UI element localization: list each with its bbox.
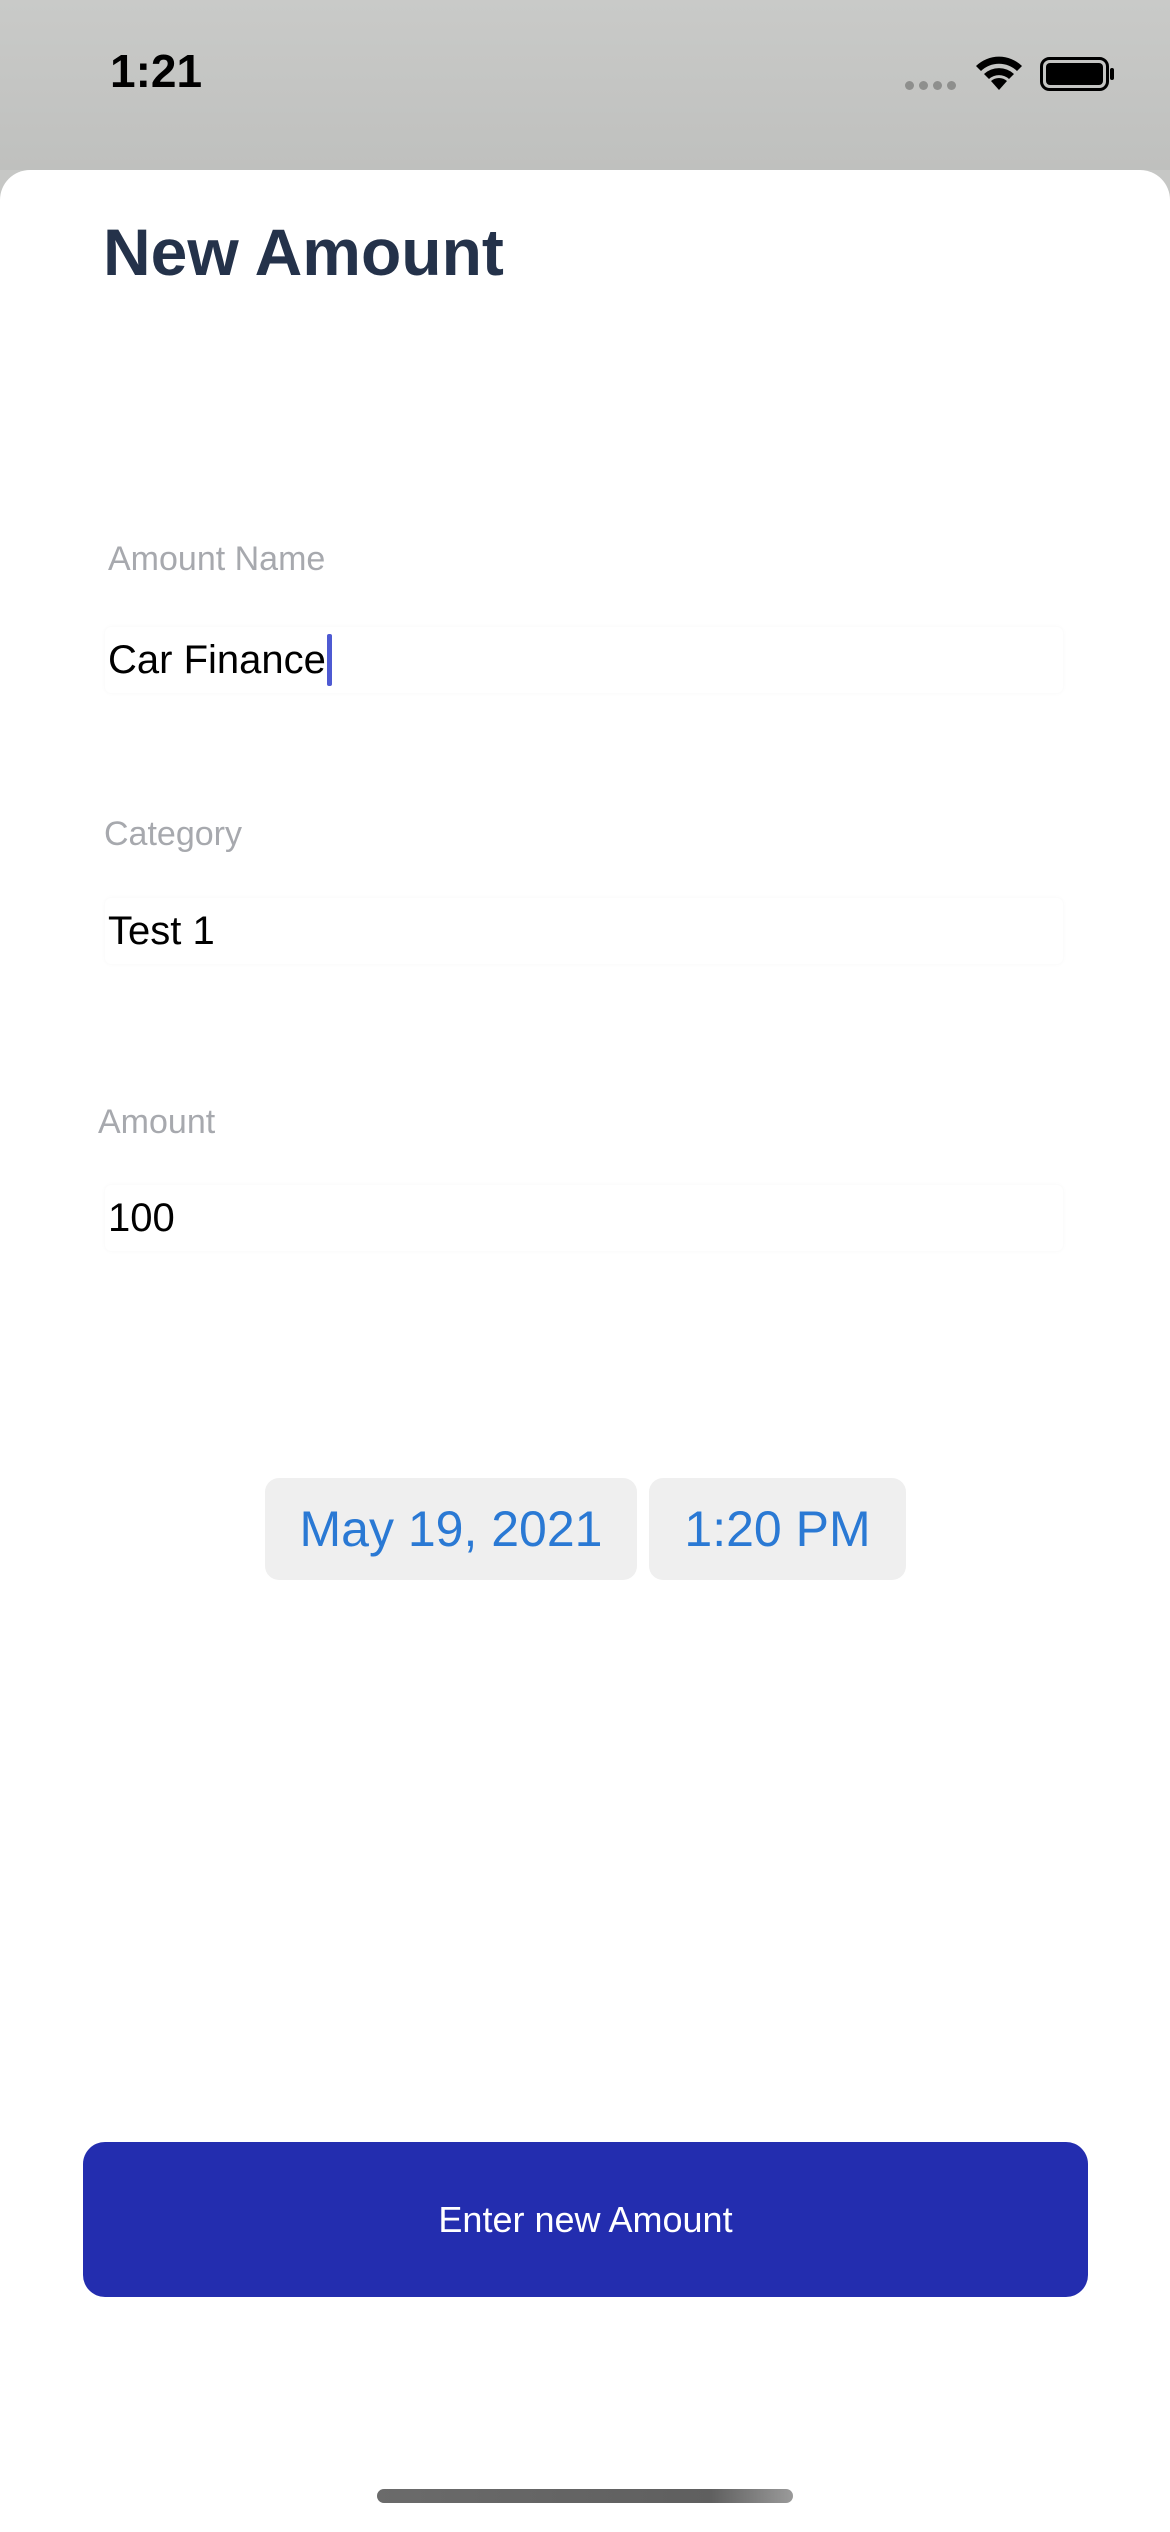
home-indicator bbox=[377, 2489, 793, 2503]
amount-name-value: Car Finance bbox=[108, 637, 326, 682]
category-value: Test 1 bbox=[108, 908, 215, 953]
page-title: New Amount bbox=[103, 215, 504, 289]
category-input[interactable]: Test 1 bbox=[105, 898, 1063, 964]
amount-label: Amount bbox=[98, 1103, 216, 1141]
time-picker-button[interactable]: 1:20 PM bbox=[649, 1478, 906, 1580]
amount-value: 100 bbox=[108, 1195, 175, 1240]
cellular-signal-icon bbox=[905, 81, 956, 90]
amount-input[interactable]: 100 bbox=[105, 1185, 1063, 1251]
amount-name-input[interactable]: Car Finance bbox=[105, 627, 1063, 693]
battery-icon bbox=[1040, 57, 1114, 91]
status-time: 1:21 bbox=[110, 45, 203, 97]
date-picker-button[interactable]: May 19, 2021 bbox=[265, 1478, 637, 1580]
enter-new-amount-button[interactable]: Enter new Amount bbox=[83, 2142, 1088, 2297]
text-cursor bbox=[326, 634, 332, 686]
category-label: Category bbox=[104, 815, 242, 853]
wifi-icon bbox=[976, 56, 1022, 90]
status-bar: 1:21 bbox=[0, 0, 1170, 170]
amount-name-label: Amount Name bbox=[108, 540, 326, 578]
